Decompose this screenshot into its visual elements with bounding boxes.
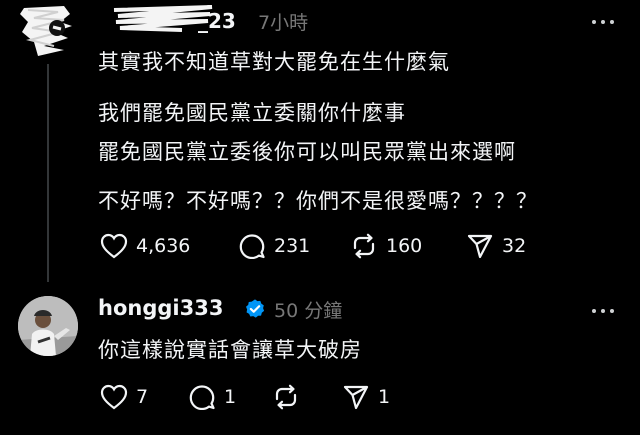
- reply-text: 你這樣說實話會讓草大破房: [98, 338, 362, 362]
- post-time: 7小時: [258, 12, 309, 34]
- reply-repost-button[interactable]: [272, 384, 300, 410]
- reply-avatar[interactable]: [18, 296, 78, 356]
- comment-icon: [239, 234, 265, 259]
- reply-username[interactable]: honggi333: [98, 296, 223, 320]
- post-text-line: 我們罷免國民黨立委關你什麼事: [98, 101, 406, 125]
- verified-badge-icon: [246, 299, 265, 318]
- post-text-line: 不好嗎？不好嗎？？你們不是很愛嗎？？？？: [98, 189, 538, 213]
- repost-icon: [275, 384, 297, 410]
- reply-share-button[interactable]: 1: [342, 384, 390, 410]
- post-more-icon[interactable]: [592, 18, 618, 26]
- heart-icon: [100, 384, 128, 410]
- share-count: 32: [502, 235, 527, 257]
- reply-more-icon[interactable]: [592, 307, 618, 315]
- repost-count: 160: [386, 235, 423, 257]
- repost-button[interactable]: 160: [350, 233, 422, 259]
- post-username[interactable]: _23: [198, 9, 236, 33]
- reply-like-button[interactable]: 7: [100, 384, 148, 410]
- comment-icon: [189, 385, 215, 410]
- reply-avatar-photo: [18, 296, 78, 356]
- reply-comment-button[interactable]: 1: [188, 384, 236, 410]
- reply-comment-count: 1: [224, 386, 237, 408]
- like-button[interactable]: 4,636: [100, 233, 190, 259]
- post-text-line: 罷免國民黨立委後你可以叫民眾黨出來選啊: [98, 140, 516, 164]
- post-text-line: 其實我不知道草對大罷免在生什麼氣: [98, 50, 450, 74]
- redacted-avatar-scribble: [20, 6, 72, 56]
- thread-connector-line: [47, 64, 49, 282]
- share-icon: [467, 234, 493, 259]
- share-icon: [343, 385, 369, 410]
- share-button[interactable]: 32: [466, 233, 526, 259]
- heart-icon: [100, 233, 128, 259]
- reply-share-count: 1: [378, 386, 391, 408]
- reply-like-count: 7: [136, 386, 149, 408]
- comment-count: 231: [274, 235, 311, 257]
- reply-time: 50 分鐘: [274, 300, 343, 322]
- repost-icon: [353, 233, 375, 259]
- like-count: 4,636: [136, 235, 191, 257]
- comment-button[interactable]: 231: [238, 233, 310, 259]
